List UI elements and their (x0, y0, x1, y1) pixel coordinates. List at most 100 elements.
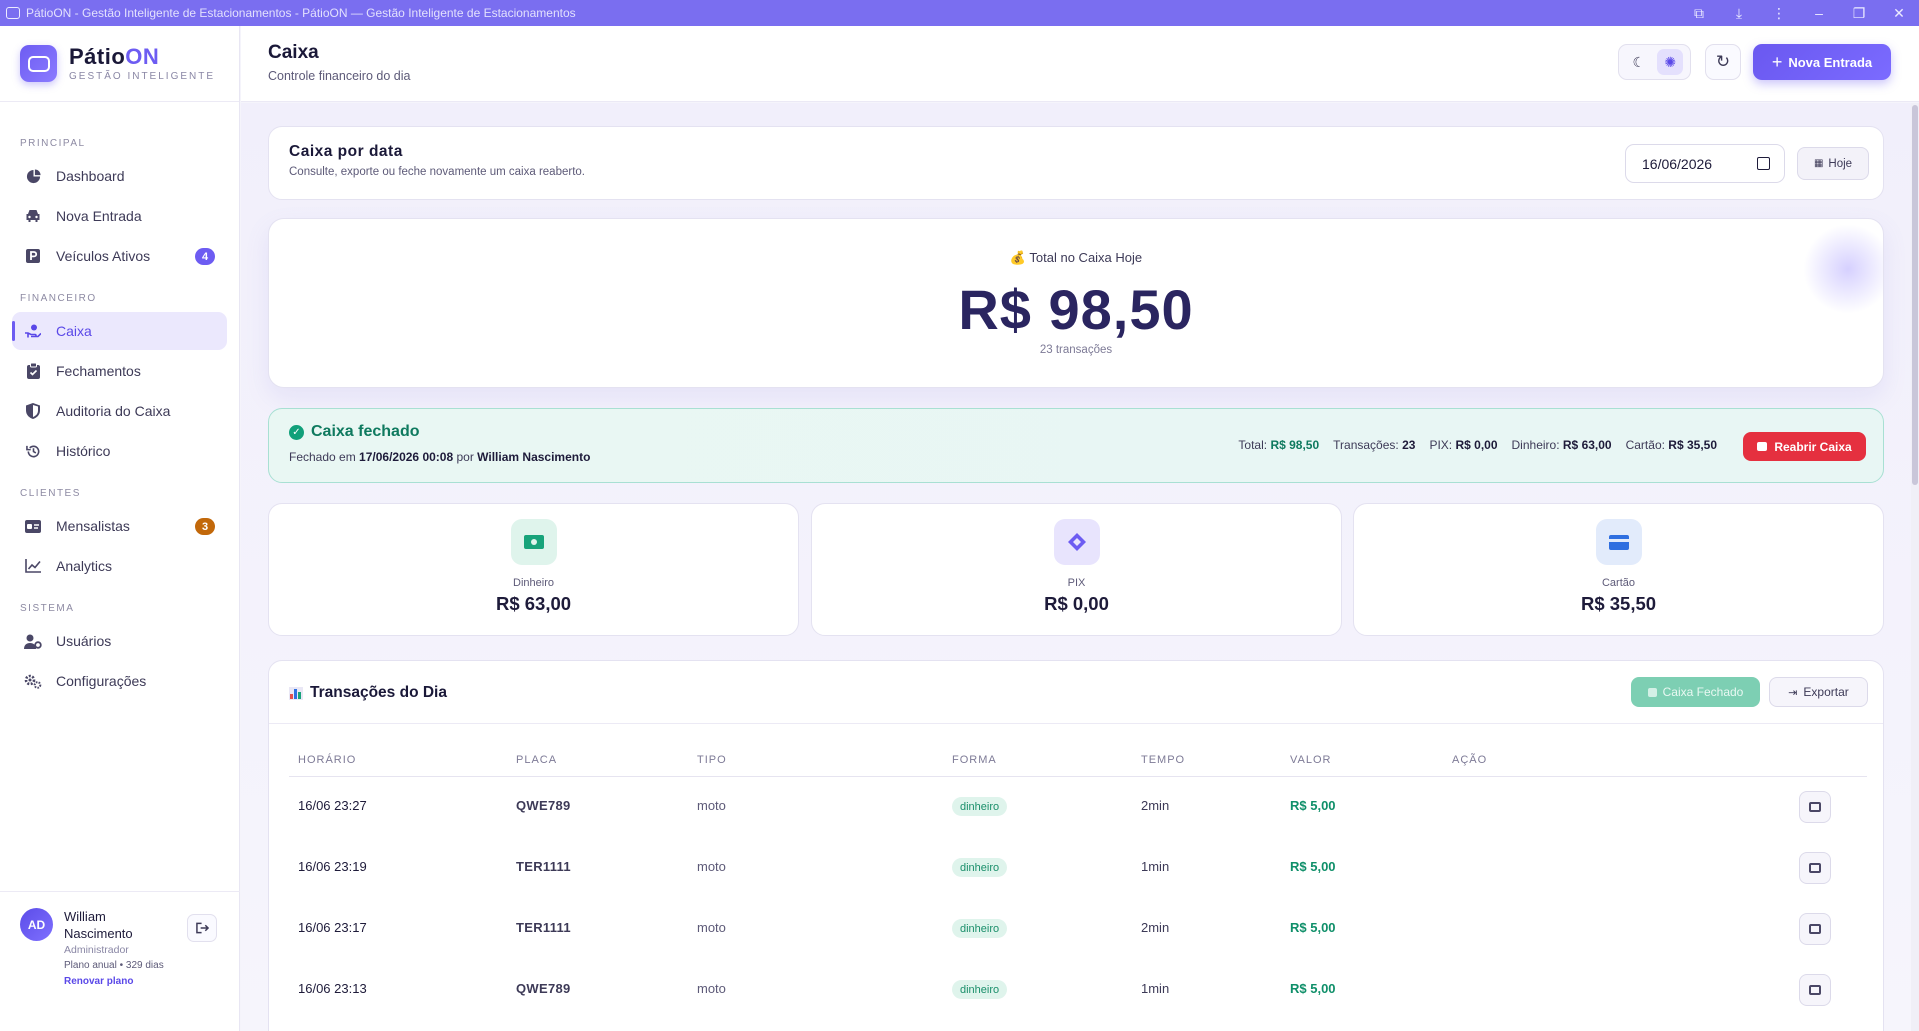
cell-duration: 2min (1141, 798, 1170, 813)
user-role: Administrador (64, 944, 129, 956)
page-title: Caixa (268, 42, 319, 63)
date-panel: Caixa por data Consulte, exporte ou fech… (268, 126, 1884, 200)
reopen-cash-button[interactable]: Reabrir Caixa (1743, 432, 1866, 461)
print-receipt-button[interactable] (1799, 852, 1831, 884)
plus-icon: + (1771, 51, 1783, 72)
print-receipt-button[interactable] (1799, 791, 1831, 823)
printer-icon (1809, 863, 1821, 873)
cell-time: 16/06 23:27 (298, 798, 367, 813)
column-header-value[interactable]: VALOR (1290, 754, 1331, 766)
new-entry-button[interactable]: + Nova Entrada (1753, 44, 1891, 80)
extension-icon[interactable]: ⧉ (1679, 5, 1719, 22)
transactions-card: Transações do Dia Caixa Fechado ⇥ Export… (268, 660, 1884, 1031)
cash-hand-icon (24, 323, 42, 339)
minimize-icon[interactable]: – (1799, 5, 1839, 21)
dashboard-icon (24, 168, 42, 184)
table-row: 16/06 23:17 TER1111 moto dinheiro 2min R… (269, 900, 1883, 961)
cell-duration: 1min (1141, 981, 1170, 996)
cell-value: R$ 5,00 (1290, 859, 1336, 874)
brand-tagline: GESTÃO INTELIGENTE (69, 70, 216, 82)
user-name: William Nascimento (64, 909, 133, 941)
payment-card-pix: PIX R$ 0,00 (811, 503, 1342, 636)
sidebar-item-fechamentos[interactable]: Fechamentos (12, 352, 227, 390)
table-row: 16/06 23:27 QWE789 moto dinheiro 2min R$… (269, 778, 1883, 839)
sidebar-item-label: Caixa (56, 323, 92, 339)
avatar[interactable]: AD (20, 908, 53, 941)
logout-button[interactable] (187, 914, 217, 942)
window-titlebar: PátioON - Gestão Inteligente de Estacion… (0, 0, 1919, 26)
cell-time: 16/06 23:17 (298, 920, 367, 935)
close-icon[interactable]: ✕ (1879, 5, 1919, 22)
sidebar-item-label: Nova Entrada (56, 208, 142, 224)
sidebar-item-label: Fechamentos (56, 363, 141, 379)
table-header-divider (289, 776, 1867, 777)
cell-time: 16/06 23:13 (298, 981, 367, 996)
sidebar-item-mensalistas[interactable]: Mensalistas 3 (12, 507, 227, 545)
theme-toggle[interactable]: ☾ ✺ (1618, 44, 1691, 80)
column-header-method[interactable]: FORMA (952, 754, 997, 766)
scrollbar-thumb[interactable] (1912, 105, 1918, 485)
total-cash-card: 💰 Total no Caixa Hoje R$ 98,50 23 transa… (268, 218, 1884, 388)
page-scrollbar[interactable] (1911, 103, 1919, 1031)
payment-value: R$ 0,00 (1044, 593, 1109, 614)
download-icon[interactable]: ⤓ (1719, 5, 1759, 22)
sidebar-item-historico[interactable]: Histórico (12, 432, 227, 470)
calendar-icon[interactable] (1757, 157, 1770, 170)
clipboard-icon (24, 363, 42, 379)
summary-transactions: Transações: 23 (1333, 438, 1416, 452)
sidebar-item-auditoria[interactable]: Auditoria do Caixa (12, 392, 227, 430)
cell-type: moto (697, 920, 726, 935)
cell-value: R$ 5,00 (1290, 981, 1336, 996)
export-button[interactable]: ⇥ Exportar (1769, 677, 1868, 707)
restore-icon[interactable]: ❐ (1839, 5, 1879, 22)
cash-closed-banner: ✓ Caixa fechado Fechado em 17/06/2026 00… (268, 408, 1884, 483)
sidebar-item-nova-entrada[interactable]: Nova Entrada (12, 197, 227, 235)
sidebar-item-dashboard[interactable]: Dashboard (12, 157, 227, 195)
cell-duration: 1min (1141, 859, 1170, 874)
transaction-count: 23 transações (1039, 344, 1113, 356)
today-button[interactable]: ▦ Hoje (1797, 147, 1869, 180)
cash-closed-button[interactable]: Caixa Fechado (1631, 677, 1760, 707)
logout-icon (195, 922, 209, 934)
renew-plan-link[interactable]: Renovar plano (64, 976, 133, 987)
cell-method-badge: dinheiro (952, 858, 1008, 877)
sidebar-item-caixa[interactable]: Caixa (12, 312, 227, 350)
closed-summary: Total: R$ 98,50 Transações: 23 PIX: R$ 0… (1238, 438, 1717, 452)
vehicles-count-badge: 4 (195, 248, 215, 265)
calendar-small-icon: ▦ (1813, 158, 1824, 169)
cell-type: moto (697, 798, 726, 813)
column-header-time[interactable]: HORÁRIO (298, 754, 356, 766)
sidebar: PátioON GESTÃO INTELIGENTE PRINCIPAL Das… (0, 26, 240, 1031)
sidebar-item-analytics[interactable]: Analytics (12, 547, 227, 585)
sidebar-item-veiculos-ativos[interactable]: Veículos Ativos 4 (12, 237, 227, 275)
column-header-type[interactable]: TIPO (697, 754, 727, 766)
bar-chart-icon (289, 686, 303, 700)
cell-method-badge: dinheiro (952, 797, 1008, 816)
nav-section-principal: PRINCIPAL (20, 138, 86, 149)
moon-icon[interactable]: ☾ (1626, 49, 1652, 75)
car-icon (24, 208, 42, 224)
money-icon (511, 519, 557, 565)
more-menu-icon[interactable]: ⋮ (1759, 5, 1799, 22)
cell-duration: 2min (1141, 920, 1170, 935)
check-circle-icon: ✓ (289, 424, 304, 440)
column-header-duration[interactable]: TEMPO (1141, 754, 1185, 766)
column-header-plate[interactable]: PLACA (516, 754, 557, 766)
brand-logo[interactable]: PátioON GESTÃO INTELIGENTE (0, 26, 239, 102)
printer-icon (1809, 924, 1821, 934)
printer-icon (1809, 802, 1821, 812)
sidebar-item-configuracoes[interactable]: Configurações (12, 662, 227, 700)
user-gear-icon (24, 633, 42, 649)
print-receipt-button[interactable] (1799, 913, 1831, 945)
nav-section-clientes: CLIENTES (20, 488, 81, 499)
gears-icon (24, 673, 42, 689)
history-icon (24, 443, 42, 459)
print-receipt-button[interactable] (1799, 974, 1831, 1006)
sidebar-item-usuarios[interactable]: Usuários (12, 622, 227, 660)
table-row: 16/06 23:19 TER1111 moto dinheiro 1min R… (269, 839, 1883, 900)
cell-type: moto (697, 981, 726, 996)
sun-icon[interactable]: ✺ (1657, 49, 1684, 75)
credit-card-icon (1596, 519, 1642, 565)
refresh-button[interactable]: ↻ (1705, 44, 1741, 80)
date-input[interactable]: 16/06/2026 (1625, 144, 1785, 183)
